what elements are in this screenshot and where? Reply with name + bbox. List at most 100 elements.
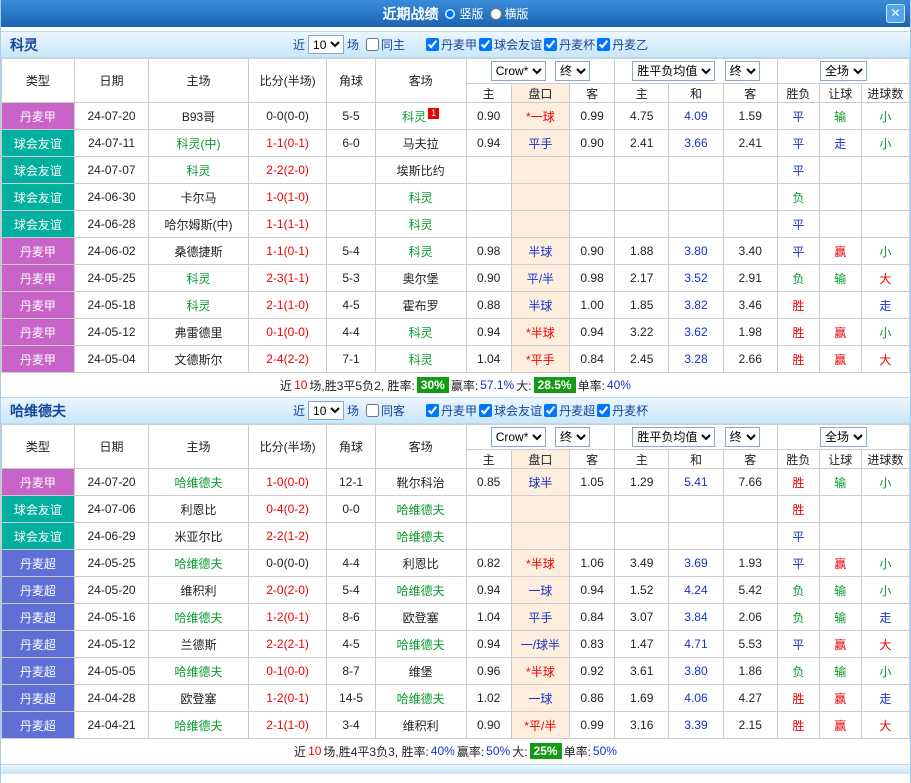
odds-home-cell: 0.90: [466, 712, 511, 739]
odds-away-cell: 1.06: [570, 550, 615, 577]
matches-tbody: 丹麦甲24-07-20哈维德夫1-0(0-0)12-1靴尔科治0.85球半1.0…: [2, 469, 910, 739]
score-cell: 1-1(0-1): [248, 130, 327, 157]
corner-cell: 5-3: [327, 265, 375, 292]
avg-time-select[interactable]: 终: [725, 61, 760, 81]
avg-odds-select[interactable]: 胜平负均值: [632, 427, 715, 447]
odds-away-cell: [570, 496, 615, 523]
league-checkbox[interactable]: [426, 404, 439, 417]
avg-draw-cell: 4.09: [669, 103, 723, 130]
league-filter[interactable]: 丹麦杯: [544, 36, 595, 53]
odds-time-select[interactable]: 终: [555, 427, 590, 447]
away-team-name: 奥尔堡: [403, 272, 439, 286]
scope-select[interactable]: 全场: [820, 61, 867, 81]
league-type-cell: 丹麦超: [2, 658, 75, 685]
result-goals-cell: 小: [861, 238, 909, 265]
league-filter[interactable]: 丹麦乙: [597, 36, 648, 53]
avg-odds-select[interactable]: 胜平负均值: [632, 61, 715, 81]
league-type-cell: 丹麦甲: [2, 265, 75, 292]
col-type-header: 类型: [2, 59, 75, 103]
league-filters: 丹麦甲球会友谊丹麦杯丹麦乙: [426, 36, 648, 53]
avg-home-cell: [615, 523, 669, 550]
away-team-name: 埃斯比约: [397, 164, 445, 178]
corner-cell: 7-1: [327, 346, 375, 373]
odds-handicap-cell: *半球: [511, 658, 569, 685]
odds-handicap-cell: 一球: [511, 577, 569, 604]
corner-cell: [327, 157, 375, 184]
footer-stat: 50%: [486, 744, 510, 758]
col-away-header: 客场: [375, 425, 466, 469]
league-label: 丹麦杯: [612, 402, 648, 419]
odds-away-cell: 0.90: [570, 130, 615, 157]
horizontal-layout-radio[interactable]: [490, 8, 502, 20]
league-type-cell: 丹麦甲: [2, 103, 75, 130]
result-wdl-cell: 胜: [777, 712, 819, 739]
result-handicap-cell: [819, 292, 861, 319]
result-goals-cell: 大: [861, 631, 909, 658]
home-team-name: 文德斯尔: [175, 353, 223, 367]
odds-handicap-cell: 半球: [511, 292, 569, 319]
league-checkbox[interactable]: [597, 404, 610, 417]
avg-time-select[interactable]: 终: [725, 427, 760, 447]
odds-home-cell: 0.85: [466, 469, 511, 496]
league-checkbox[interactable]: [479, 38, 492, 51]
league-filter[interactable]: 丹麦超: [544, 402, 595, 419]
vertical-layout-radio[interactable]: [444, 8, 456, 20]
league-checkbox[interactable]: [597, 38, 610, 51]
layout-option-vertical[interactable]: 竖版: [444, 5, 483, 22]
close-icon[interactable]: ✕: [886, 4, 905, 23]
odds-source-select[interactable]: Crow*: [491, 427, 546, 447]
result-wdl-cell: 胜: [777, 496, 819, 523]
same-filter-checkbox[interactable]: [366, 38, 379, 51]
away-team-cell: 科灵: [375, 184, 466, 211]
result-goals-cell: 小: [861, 577, 909, 604]
match-count-filter: 近 10 场: [293, 35, 359, 54]
result-handicap-header: 让球: [819, 450, 861, 469]
avg-away-cell: 2.66: [723, 346, 777, 373]
match-count-select[interactable]: 10: [308, 401, 344, 420]
scope-select[interactable]: 全场: [820, 427, 867, 447]
league-filter[interactable]: 丹麦杯: [597, 402, 648, 419]
avg-home-cell: 1.69: [615, 685, 669, 712]
matches-label: 场: [347, 36, 359, 53]
avg-away-cell: 2.91: [723, 265, 777, 292]
match-row: 球会友谊24-07-11科灵(中)1-1(0-1)6-0马夫拉0.94平手0.9…: [2, 130, 910, 157]
league-type-cell: 丹麦超: [2, 550, 75, 577]
same-venue-filter[interactable]: 同客: [366, 402, 405, 419]
match-date-cell: 24-07-11: [74, 130, 149, 157]
league-checkbox[interactable]: [544, 38, 557, 51]
away-team-name: 维堡: [409, 665, 433, 679]
league-filter[interactable]: 球会友谊: [479, 36, 542, 53]
home-team-cell: 哈维德夫: [149, 712, 248, 739]
league-filter[interactable]: 丹麦甲: [426, 36, 477, 53]
footer-stat: 40%: [607, 378, 631, 392]
home-team-name: 哈维德夫: [175, 557, 223, 571]
result-wdl-cell: 胜: [777, 292, 819, 319]
home-team-name: 兰德斯: [181, 638, 217, 652]
away-team-name: 靴尔科治: [397, 476, 445, 490]
same-filter-checkbox[interactable]: [366, 404, 379, 417]
avg-draw-cell: [669, 496, 723, 523]
same-venue-filter[interactable]: 同主: [366, 36, 405, 53]
league-filter[interactable]: 丹麦甲: [426, 402, 477, 419]
league-filter[interactable]: 球会友谊: [479, 402, 542, 419]
avg-draw-cell: 3.66: [669, 130, 723, 157]
avg-draw-cell: [669, 211, 723, 238]
odds-time-select[interactable]: 终: [555, 61, 590, 81]
avg-home-cell: 2.45: [615, 346, 669, 373]
odds-home-cell: 0.94: [466, 631, 511, 658]
league-type-cell: 丹麦超: [2, 685, 75, 712]
league-type-cell: 球会友谊: [2, 184, 75, 211]
league-checkbox[interactable]: [479, 404, 492, 417]
result-goals-header: 进球数: [861, 450, 909, 469]
match-count-select[interactable]: 10: [308, 35, 344, 54]
footer-stat: 场,胜3平5负2, 胜率:: [309, 377, 414, 394]
odds-source-select[interactable]: Crow*: [491, 61, 546, 81]
match-date-cell: 24-05-20: [74, 577, 149, 604]
odds-handicap-cell: [511, 184, 569, 211]
layout-option-horizontal[interactable]: 横版: [490, 5, 529, 22]
odds-away-cell: 0.94: [570, 577, 615, 604]
league-checkbox[interactable]: [544, 404, 557, 417]
league-checkbox[interactable]: [426, 38, 439, 51]
footer-stat: 近: [280, 377, 292, 394]
corner-cell: 4-5: [327, 292, 375, 319]
